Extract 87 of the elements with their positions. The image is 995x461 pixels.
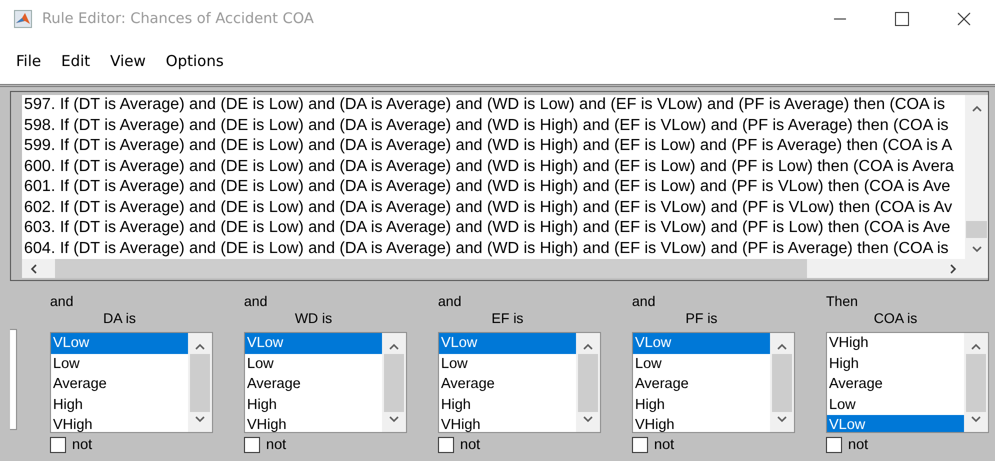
list-item[interactable]: Average — [245, 374, 382, 394]
list-item[interactable]: Low — [245, 354, 382, 374]
scroll-up-icon[interactable] — [972, 105, 982, 112]
list-item[interactable]: Low — [827, 394, 964, 415]
scroll-right-icon[interactable] — [950, 264, 957, 274]
rule-item[interactable]: 597. If (DT is Average) and (DE is Low) and (DA is Average) and (WD is Low) and (EF is VLow) and (PF is Average) then (COA is — [24, 95, 946, 116]
checkbox[interactable] — [244, 437, 260, 453]
horizontal-scrollbar[interactable] — [22, 259, 965, 278]
scroll-thumb[interactable] — [578, 354, 598, 412]
list-item[interactable]: VHigh — [439, 415, 576, 432]
scroll-down-icon[interactable] — [777, 416, 787, 423]
scroll-down-icon[interactable] — [971, 416, 981, 423]
list-box[interactable] — [10, 329, 17, 430]
rule-item[interactable]: 602. If (DT is Average) and (DE is Low) and (DA is Average) and (WD is High) and (EF is VLow) and (PF is VLow) then (COA is Av — [24, 198, 952, 218]
list-item[interactable]: VHigh — [827, 333, 964, 354]
menu-item[interactable]: Edit — [53, 48, 98, 74]
variable-label: PF is — [684, 310, 718, 327]
not-label: not — [654, 437, 674, 453]
window-title: Rule Editor: Chances of Accident COA — [42, 11, 315, 27]
list-item[interactable]: VHigh — [633, 415, 770, 432]
list-item[interactable]: High — [245, 394, 382, 415]
connector-label: and — [438, 293, 462, 310]
variable-label: COA is — [872, 310, 918, 327]
scroll-down-icon[interactable] — [583, 416, 593, 423]
vertical-scrollbar[interactable] — [965, 95, 988, 259]
checkbox[interactable] — [826, 437, 842, 453]
connector-label: Then — [826, 293, 859, 310]
close-icon — [957, 12, 971, 26]
scroll-thumb[interactable] — [190, 354, 210, 412]
maximize-icon — [895, 12, 909, 26]
scroll-up-icon[interactable] — [971, 343, 981, 350]
connector-label: and — [244, 293, 268, 310]
rule-item[interactable]: 600. If (DT is Average) and (DE is Low) and (DA is Average) and (WD is High) and (EF is Low) and (PF is Low) then (COA is Avera — [24, 156, 954, 177]
scroll-thumb[interactable] — [966, 221, 987, 238]
scroll-up-icon[interactable] — [777, 343, 787, 350]
list-item[interactable]: High — [51, 394, 188, 415]
scroll-left-icon[interactable] — [30, 264, 37, 274]
list-item[interactable]: VLow — [51, 333, 188, 354]
list-item[interactable]: VLow — [245, 333, 382, 354]
scroll-down-icon[interactable] — [195, 416, 205, 423]
scroll-down-icon[interactable] — [972, 246, 982, 253]
list-item[interactable]: VHigh — [51, 415, 188, 432]
connector-label: and — [632, 293, 656, 310]
list-item[interactable]: Low — [51, 354, 188, 374]
list-item[interactable]: Low — [633, 354, 770, 374]
checkbox[interactable] — [50, 437, 66, 453]
list-item[interactable]: Average — [439, 374, 576, 394]
not-label: not — [266, 437, 286, 453]
list-item[interactable]: High — [439, 394, 576, 415]
list-item[interactable]: High — [827, 354, 964, 374]
menu-item[interactable]: Options — [158, 48, 232, 74]
list-item[interactable]: VLow — [633, 333, 770, 354]
variable-label: WD is — [294, 310, 334, 327]
rule-item[interactable]: 601. If (DT is Average) and (DE is Low) and (DA is Average) and (WD is High) and (EF is Low) and (PF is VLow) then (COA is Ave — [24, 177, 950, 198]
variable-label: EF is — [490, 310, 524, 327]
scroll-thumb[interactable] — [966, 354, 986, 412]
rule-item[interactable]: 604. If (DT is Average) and (DE is Low) and (DA is Average) and (WD is High) and (EF is VLow) and (PF is Average) then (COA is — [24, 238, 949, 259]
list-item[interactable]: Average — [827, 374, 964, 394]
rule-item[interactable]: 603. If (DT is Average) and (DE is Low) and (DA is Average) and (WD is High) and (EF is VLow) and (PF is Low) then (COA is Ave — [24, 218, 950, 238]
minimize-icon — [834, 18, 846, 20]
rule-item[interactable]: 599. If (DT is Average) and (DE is Low) and (DA is Average) and (WD is High) and (EF is Low) and (PF is Average) then (COA is A — [24, 136, 952, 156]
list-item[interactable]: High — [633, 394, 770, 415]
not-label: not — [848, 437, 868, 453]
not-label: not — [460, 437, 480, 453]
list-box[interactable]: VHigh High Average Low VLow — [826, 332, 989, 433]
scroll-up-icon[interactable] — [195, 343, 205, 350]
scroll-thumb[interactable] — [55, 259, 807, 278]
connector-label: and — [50, 293, 74, 310]
variable-label: DA is — [102, 310, 137, 327]
list-item[interactable]: Average — [633, 374, 770, 394]
app-icon — [14, 10, 32, 28]
scroll-down-icon[interactable] — [389, 416, 399, 423]
scroll-up-icon[interactable] — [389, 343, 399, 350]
list-item[interactable]: VHigh — [245, 415, 382, 432]
menu-item[interactable]: File — [8, 48, 50, 74]
list-item[interactable]: VLow — [827, 415, 964, 432]
checkbox[interactable] — [438, 437, 454, 453]
not-label: not — [72, 437, 92, 453]
checkbox[interactable] — [632, 437, 648, 453]
list-item[interactable]: Average — [51, 374, 188, 394]
scroll-thumb[interactable] — [384, 354, 404, 412]
scroll-up-icon[interactable] — [583, 343, 593, 350]
list-item[interactable]: Low — [439, 354, 576, 374]
scroll-thumb[interactable] — [772, 354, 792, 412]
rule-item[interactable]: 598. If (DT is Average) and (DE is Low) and (DA is Average) and (WD is High) and (EF is VLow) and (PF is Average) then (COA is — [24, 116, 949, 136]
menu-item[interactable]: View — [102, 48, 154, 74]
list-item[interactable]: VLow — [439, 333, 576, 354]
